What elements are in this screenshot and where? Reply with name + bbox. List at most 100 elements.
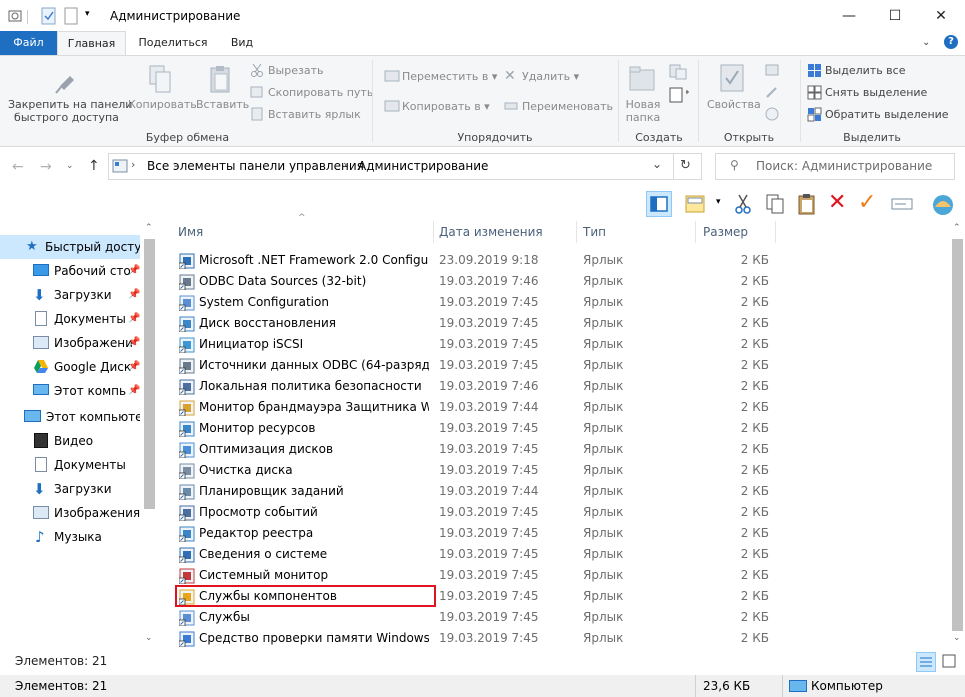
shell-icon[interactable] [930, 191, 956, 217]
column-divider[interactable] [775, 221, 776, 243]
nav-scrollbar[interactable]: ⌃ ⌄ [143, 221, 156, 651]
table-row[interactable]: Монитор ресурсов 19.03.2019 7:45 Ярлык 2 КБ [170, 418, 957, 439]
scroll-up-icon[interactable]: ⌃ [145, 223, 153, 233]
column-header-name[interactable]: Имя [178, 221, 433, 243]
scroll-down-icon[interactable]: ⌄ [953, 633, 961, 643]
open-icon[interactable] [764, 63, 780, 77]
recent-dropdown-icon[interactable]: ⌄ [66, 161, 74, 171]
nav-quick-access[interactable]: ★ Быстрый доступ [0, 235, 140, 259]
check-icon[interactable] [40, 7, 58, 25]
maximize-button[interactable]: ☐ [872, 0, 918, 31]
nav-downloads[interactable]: ⬇ Загрузки 📌 [0, 283, 140, 307]
minimize-button[interactable]: — [826, 0, 872, 31]
copy-path-button[interactable]: Скопировать путь [268, 86, 373, 99]
close-button[interactable]: ✕ [918, 0, 964, 31]
table-row[interactable]: Службы 19.03.2019 7:45 Ярлык 2 КБ [170, 607, 957, 628]
nav-music[interactable]: ♪ Музыка [0, 525, 140, 549]
preview-pane-button[interactable] [646, 191, 672, 217]
back-arrow-icon[interactable]: ← [12, 159, 24, 175]
delete-button[interactable]: Удалить ▾ [522, 70, 579, 83]
pin-button[interactable]: Закрепить на панели быстрого доступа [8, 98, 132, 124]
table-row[interactable]: Microsoft .NET Framework 2.0 Configura..… [170, 250, 957, 271]
table-row[interactable]: Оптимизация дисков 19.03.2019 7:45 Ярлык 2 … [170, 439, 957, 460]
tab-share[interactable]: Поделиться [134, 31, 212, 55]
table-row[interactable]: Планировщик заданий 19.03.2019 7:44 Ярлык 2… [170, 481, 957, 502]
column-divider[interactable] [695, 221, 696, 243]
rename-toolbar-icon[interactable] [890, 194, 914, 214]
column-header-date[interactable]: Дата изменения [439, 221, 577, 243]
easy-access-icon[interactable] [668, 86, 692, 104]
rename-button[interactable]: Переименовать [522, 100, 613, 113]
large-icons-view-button[interactable] [940, 652, 960, 672]
content-scroll-thumb[interactable] [952, 239, 963, 631]
breadcrumb-separator-icon[interactable]: › [131, 158, 135, 171]
nav-videos[interactable]: Видео [0, 429, 140, 453]
history-icon[interactable] [764, 107, 780, 121]
table-row[interactable]: Просмотр событий 19.03.2019 7:45 Ярлык 2 КБ [170, 502, 957, 523]
new-folder-button[interactable]: Новая папка [622, 98, 664, 124]
layout-dropdown-icon[interactable]: ▾ [716, 197, 721, 207]
details-view-button[interactable] [916, 652, 936, 672]
table-row[interactable]: ODBC Data Sources (32-bit) 19.03.2019 7:4… [170, 271, 957, 292]
nav-google-drive[interactable]: Google Диск 📌 [0, 355, 140, 379]
nav-pc-downloads[interactable]: ⬇ Загрузки [0, 477, 140, 501]
copy-to-button[interactable]: Копировать в ▾ [402, 100, 490, 113]
layout-icon[interactable] [684, 193, 706, 215]
forward-arrow-icon[interactable]: → [40, 159, 52, 175]
quick-access-dropdown-icon[interactable]: ▾ [85, 9, 97, 21]
table-row[interactable]: Локальная политика безопасности 19.03.201… [170, 376, 957, 397]
nav-pc-documents[interactable]: Документы [0, 453, 140, 477]
table-row[interactable]: Сведения о системе 19.03.2019 7:45 Ярлык 2 … [170, 544, 957, 565]
move-to-button[interactable]: Переместить в ▾ [402, 70, 497, 83]
invert-selection-button[interactable]: Обратить выделение [825, 108, 949, 121]
address-bar[interactable]: › Все элементы панели управления › Админ… [108, 153, 702, 180]
nav-pictures[interactable]: Изображени 📌 [0, 331, 140, 355]
checkmark-toolbar-icon[interactable]: ✓ [858, 191, 876, 215]
table-row[interactable]: Источники данных ODBC (64-разрядна... 19.… [170, 355, 957, 376]
nav-scroll-thumb[interactable] [144, 239, 155, 509]
search-input[interactable]: ⚲ Поиск: Администрирование [715, 153, 955, 180]
edit-icon[interactable] [764, 85, 780, 99]
up-arrow-icon[interactable]: ↑ [88, 158, 100, 174]
table-row[interactable]: Диск восстановления 19.03.2019 7:45 Ярлык 2… [170, 313, 957, 334]
paste-shortcut-button[interactable]: Вставить ярлык [268, 108, 361, 121]
scroll-up-icon[interactable]: ⌃ [953, 223, 961, 233]
expand-ribbon-icon[interactable]: ⌄ [922, 37, 930, 48]
table-row[interactable]: Средство проверки памяти Windows 19.03.20… [170, 628, 957, 649]
properties-button[interactable]: Свойства [707, 98, 761, 111]
nav-documents[interactable]: Документы 📌 [0, 307, 140, 331]
help-icon[interactable]: ? [944, 35, 958, 49]
tab-home[interactable]: Главная [57, 31, 126, 56]
new-folder-quick-icon[interactable] [63, 7, 79, 25]
breadcrumb-separator-icon[interactable]: › [343, 158, 347, 171]
paste-toolbar-icon[interactable] [796, 193, 818, 215]
table-row[interactable]: Инициатор iSCSI 19.03.2019 7:45 Ярлык 2 КБ [170, 334, 957, 355]
paste-button[interactable]: Вставить [196, 98, 249, 111]
column-divider[interactable] [433, 221, 434, 243]
breadcrumb-administration[interactable]: Администрирование [358, 159, 488, 173]
content-scrollbar[interactable]: ⌃ ⌄ [950, 221, 965, 651]
nav-pc-pictures[interactable]: Изображения [0, 501, 140, 525]
nav-this-pc-pinned[interactable]: Этот компь 📌 [0, 379, 140, 403]
properties-icon[interactable] [6, 6, 26, 26]
table-row[interactable]: System Configuration 19.03.2019 7:45 Ярлык… [170, 292, 957, 313]
select-none-button[interactable]: Снять выделение [825, 86, 927, 99]
tab-view[interactable]: Вид [222, 31, 262, 55]
column-header-size[interactable]: Размер [703, 221, 773, 243]
column-header-type[interactable]: Тип [583, 221, 693, 243]
cut-button[interactable]: Вырезать [268, 64, 323, 77]
tab-file[interactable]: Файл [0, 31, 57, 55]
address-dropdown-icon[interactable]: ⌄ [652, 157, 662, 171]
new-item-icon[interactable] [668, 63, 690, 81]
select-all-button[interactable]: Выделить все [825, 64, 905, 77]
nav-this-pc[interactable]: Этот компьютер [0, 405, 140, 429]
refresh-icon[interactable]: ↻ [680, 158, 691, 173]
delete-toolbar-icon[interactable]: ✕ [828, 191, 846, 215]
table-row[interactable]: Системный монитор 19.03.2019 7:45 Ярлык 2 К… [170, 565, 957, 586]
copy-toolbar-icon[interactable] [764, 193, 786, 215]
scroll-down-icon[interactable]: ⌄ [145, 633, 153, 643]
table-row[interactable]: Очистка диска 19.03.2019 7:45 Ярлык 2 КБ [170, 460, 957, 481]
table-row[interactable]: Редактор реестра 19.03.2019 7:45 Ярлык 2 КБ [170, 523, 957, 544]
breadcrumb-control-panel[interactable]: Все элементы панели управления [147, 159, 364, 173]
table-row[interactable]: Монитор брандмауэра Защитника Win... 19.0… [170, 397, 957, 418]
